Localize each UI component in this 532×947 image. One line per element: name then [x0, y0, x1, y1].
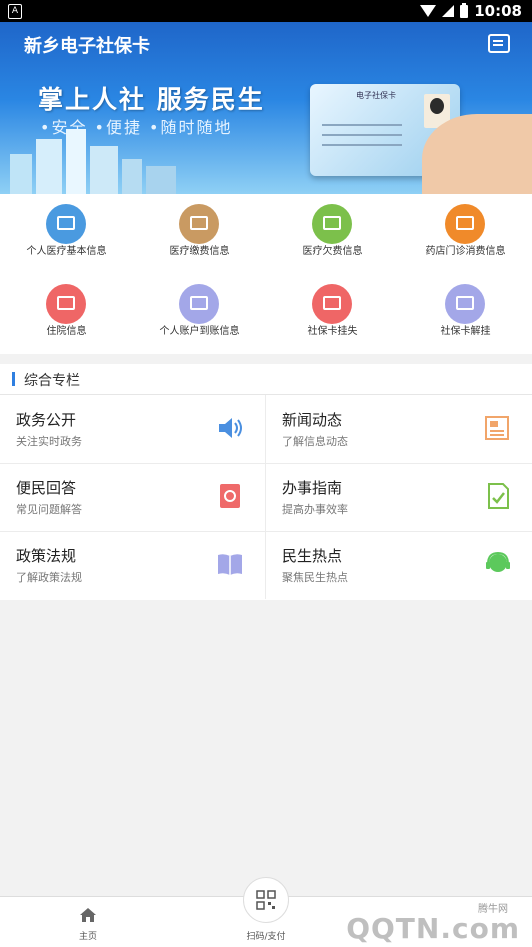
book-icon — [218, 554, 242, 575]
headset-icon — [486, 551, 510, 572]
grid-item-label: 社保卡挂失 — [307, 326, 358, 337]
checklist-icon — [488, 483, 509, 509]
section-header: 综合专栏 — [0, 364, 532, 395]
tile-title: 民生热点 — [282, 547, 343, 565]
grid-item-label: 个人医疗基本信息 — [26, 246, 107, 257]
hospital-icon — [46, 284, 86, 324]
tile-government-affairs[interactable]: 政务公开 关注实时政务 — [0, 395, 265, 464]
notification-badge: A — [8, 4, 22, 19]
card-title: 电子社保卡 — [356, 91, 396, 100]
account-icon — [179, 284, 219, 324]
clock: 10:08 — [474, 2, 522, 20]
tile-news[interactable]: 新闻动态 了解信息动态 — [265, 395, 532, 464]
grid-item-medical-basic-info[interactable]: 个人医疗基本信息 — [0, 194, 133, 274]
card-line — [322, 134, 402, 136]
grid-item-medical-arrears[interactable]: 医疗欠费信息 — [266, 194, 399, 274]
nav-home-label: 主页 — [78, 932, 97, 942]
grid-item-label: 医疗缴费信息 — [169, 246, 230, 257]
nav-home[interactable]: 主页 — [64, 897, 112, 947]
tile-title: 便民回答 — [16, 479, 77, 497]
grid-item-label: 个人账户到账信息 — [159, 326, 240, 337]
grid-item-label: 社保卡解挂 — [440, 326, 491, 337]
watermark-domain: QQTN.com — [346, 912, 520, 945]
newspaper-icon — [485, 416, 509, 440]
tile-livelihood-hotspots[interactable]: 民生热点 聚焦民生热点 — [265, 531, 532, 599]
status-icons: 10:08 — [420, 2, 522, 20]
home-icon — [80, 908, 96, 922]
tile-title: 政务公开 — [16, 411, 77, 429]
grid-item-label: 医疗欠费信息 — [302, 246, 363, 257]
signal-icon — [442, 5, 455, 17]
wifi-icon — [420, 5, 437, 17]
message-icon[interactable] — [488, 34, 510, 53]
watermark-logo: 腾牛网 QQTN.com — [324, 892, 524, 946]
banner[interactable]: 新乡电子社保卡 掌上人社 服务民生 •安全 •便捷 •随时随地 电子社保卡 — [0, 22, 532, 194]
grid-item-label: 药店门诊消费信息 — [425, 246, 506, 257]
payment-card-icon — [179, 204, 219, 244]
nav-scan-label: 扫码/支付 — [246, 932, 286, 942]
grid-item-card-report-loss[interactable]: 社保卡挂失 — [266, 274, 399, 354]
section-title: 综合专栏 — [24, 373, 80, 389]
tile-subtitle: 常见问题解答 — [16, 503, 82, 516]
info-tiles: 政务公开 关注实时政务 新闻动态 了解信息动态 便民回答 常见问题解答 办事指南… — [0, 395, 532, 600]
tile-public-answers[interactable]: 便民回答 常见问题解答 — [0, 463, 265, 532]
tile-title: 新闻动态 — [282, 411, 343, 429]
card-line — [322, 124, 402, 126]
grid-item-card-unlock[interactable]: 社保卡解挂 — [399, 274, 532, 354]
app-header: 新乡电子社保卡 — [0, 22, 532, 66]
medical-info-icon — [46, 204, 86, 244]
tile-subtitle: 了解信息动态 — [282, 435, 348, 448]
speaker-icon — [219, 418, 242, 438]
tile-policies[interactable]: 政策法规 了解政策法规 — [0, 531, 265, 599]
card-unlock-icon — [445, 284, 485, 324]
hand-image — [422, 114, 532, 194]
grid-item-account-arrival[interactable]: 个人账户到账信息 — [133, 274, 266, 354]
nav-scan-pay[interactable]: 扫码/支付 — [236, 897, 296, 947]
grid-item-label: 住院信息 — [46, 326, 87, 337]
battery-icon — [460, 2, 469, 18]
card-lock-icon — [312, 284, 352, 324]
banner-slogan: 掌上人社 服务民生 — [38, 85, 265, 114]
pharmacy-icon — [445, 204, 485, 244]
function-grid: 个人医疗基本信息 医疗缴费信息 医疗欠费信息 药店门诊消费信息 住院信息 个人账… — [0, 194, 532, 354]
status-bar: A 10:08 — [0, 0, 532, 22]
tile-service-guide[interactable]: 办事指南 提高办事效率 — [265, 463, 532, 532]
arrears-icon — [312, 204, 352, 244]
tile-subtitle: 了解政策法规 — [16, 571, 82, 584]
tile-subtitle: 聚焦民生热点 — [282, 571, 348, 584]
grid-item-medical-payment[interactable]: 医疗缴费信息 — [133, 194, 266, 274]
tile-subtitle: 关注实时政务 — [16, 435, 82, 448]
city-buildings-image — [10, 129, 176, 194]
address-book-icon — [220, 484, 240, 508]
tile-title: 政策法规 — [16, 547, 77, 565]
section-accent-bar — [12, 372, 15, 386]
tile-subtitle: 提高办事效率 — [282, 503, 348, 516]
app-title: 新乡电子社保卡 — [24, 36, 150, 57]
grid-item-hospitalization[interactable]: 住院信息 — [0, 274, 133, 354]
card-line — [322, 144, 402, 146]
grid-item-pharmacy-consumption[interactable]: 药店门诊消费信息 — [399, 194, 532, 274]
tile-title: 办事指南 — [282, 479, 343, 497]
